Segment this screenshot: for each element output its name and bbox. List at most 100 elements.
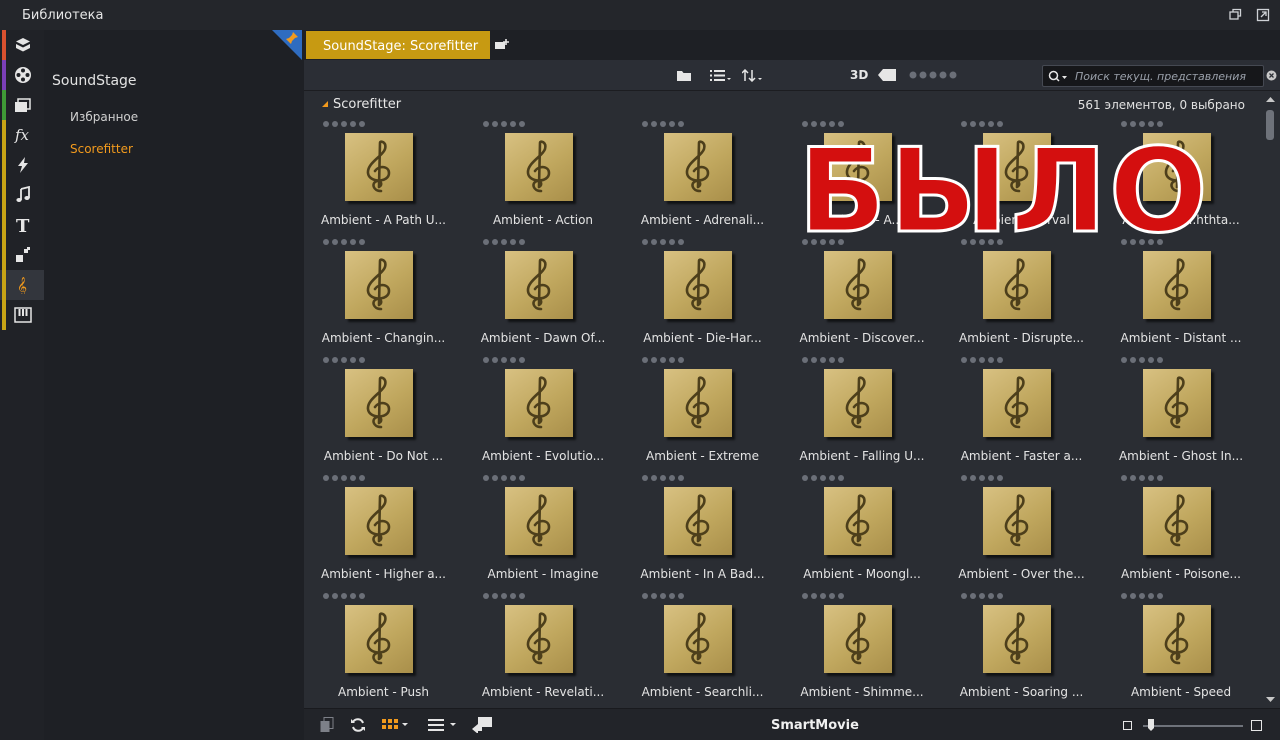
rail-item-clips[interactable]	[0, 90, 44, 120]
treble-clef-icon	[366, 140, 391, 193]
rating-stars-icon[interactable]	[482, 356, 528, 364]
rating-stars-icon[interactable]	[960, 356, 1006, 364]
rail-item-video[interactable]	[0, 60, 44, 90]
asset-tile[interactable]: Ambient - Changin...	[304, 234, 463, 352]
rail-item-effects[interactable]: fx	[0, 120, 44, 150]
svg-text:𝄞: 𝄞	[17, 277, 27, 294]
treble-clef-thumbnail	[1142, 487, 1211, 555]
lightning-icon	[18, 157, 28, 173]
asset-tile[interactable]: Ambient - Die-Har...	[623, 234, 782, 352]
asset-tile[interactable]: Ambient - Searchli...	[623, 588, 782, 706]
scroll-up-icon[interactable]	[1266, 96, 1275, 103]
asset-tile[interactable]: Ambient - Action	[464, 116, 623, 234]
music-note-icon	[16, 186, 30, 202]
pin-icon[interactable]	[285, 31, 299, 45]
rail-item-montage[interactable]	[0, 150, 44, 180]
asset-tile[interactable]: Ambient - Do Not ...	[304, 352, 463, 470]
asset-tile[interactable]: Ambient - Speed	[1102, 588, 1261, 706]
asset-tile[interactable]: Ambient - Ghost In...	[1102, 352, 1261, 470]
asset-tile[interactable]: Ambient - Higher a...	[304, 470, 463, 588]
smartmovie-button[interactable]: SmartMovie	[771, 718, 859, 733]
sort-icon[interactable]	[742, 69, 764, 82]
asset-tile[interactable]: Ambient - Push	[304, 588, 463, 706]
rating-stars-icon[interactable]	[322, 356, 368, 364]
rail-item-piano[interactable]	[0, 300, 44, 330]
tag-filter-icon[interactable]	[878, 69, 896, 81]
rating-stars-icon[interactable]	[641, 356, 687, 364]
3d-filter[interactable]: 3D	[850, 68, 868, 82]
list-view-icon[interactable]	[710, 69, 732, 82]
treble-clef-icon	[1164, 612, 1188, 665]
treble-clef-icon	[845, 494, 869, 547]
search-input[interactable]: Поиск текущ. представления	[1075, 70, 1246, 83]
rating-stars-icon[interactable]	[641, 592, 687, 600]
rail-item-audio[interactable]	[0, 180, 44, 210]
scroll-down-icon[interactable]	[1266, 696, 1275, 703]
tab-soundstage-scorefitter[interactable]: SoundStage: Scorefitter	[306, 31, 490, 59]
rating-filter-icon[interactable]	[908, 70, 958, 80]
restore-window-icon[interactable]	[1228, 8, 1242, 22]
asset-tile[interactable]: Ambient - Faster a...	[942, 352, 1101, 470]
copy-icon[interactable]	[320, 717, 334, 733]
search-box[interactable]: Поиск текущ. представления	[1042, 65, 1264, 87]
rating-stars-icon[interactable]	[641, 120, 687, 128]
tree-item-scorefitter[interactable]: Scorefitter	[70, 142, 133, 156]
rating-stars-icon[interactable]	[322, 238, 368, 246]
asset-tile[interactable]: Ambient - Evolutio...	[464, 352, 623, 470]
asset-tile[interactable]: Ambient - Revelati...	[464, 588, 623, 706]
detach-window-icon[interactable]	[1256, 8, 1270, 22]
rating-stars-icon[interactable]	[322, 120, 368, 128]
rating-stars-icon[interactable]	[482, 592, 528, 600]
asset-tile[interactable]: Ambient - In A Bad...	[623, 470, 782, 588]
asset-tile[interactable]: Ambient - Dawn Of...	[464, 234, 623, 352]
send-to-timeline-icon[interactable]	[472, 715, 494, 733]
treble-clef-icon	[366, 612, 391, 665]
rating-stars-icon[interactable]	[960, 592, 1006, 600]
sync-icon[interactable]	[350, 717, 366, 733]
asset-tile[interactable]: Ambient - Falling U...	[783, 352, 942, 470]
rating-stars-icon[interactable]	[322, 474, 368, 482]
rating-stars-icon[interactable]	[1120, 474, 1166, 482]
treble-clef-icon	[366, 258, 391, 311]
rating-stars-icon[interactable]	[960, 474, 1006, 482]
rating-stars-icon[interactable]	[482, 238, 528, 246]
asset-tile[interactable]: Ambient - A Path U...	[304, 116, 463, 234]
rating-stars-icon[interactable]	[801, 592, 847, 600]
grid-view-icon[interactable]	[382, 719, 408, 731]
asset-tile[interactable]: Ambient - Poisone...	[1102, 470, 1261, 588]
folder-icon[interactable]	[676, 69, 692, 82]
rating-stars-icon[interactable]	[322, 592, 368, 600]
search-icon[interactable]	[1048, 70, 1070, 83]
asset-tile[interactable]: Ambient - Extreme	[623, 352, 782, 470]
treble-clef-icon	[526, 140, 550, 193]
rating-stars-icon[interactable]	[1120, 592, 1166, 600]
rating-stars-icon[interactable]	[482, 120, 528, 128]
asset-tile[interactable]: Ambient - Moongl...	[783, 470, 942, 588]
rating-stars-icon[interactable]	[482, 474, 528, 482]
asset-tile[interactable]: Ambient - Shimme...	[783, 588, 942, 706]
asset-tile[interactable]: Ambient - Adrenali...	[623, 116, 782, 234]
rating-stars-icon[interactable]	[801, 474, 847, 482]
treble-clef-thumbnail	[345, 369, 413, 437]
clear-search-icon[interactable]	[1266, 70, 1277, 81]
vertical-scrollbar[interactable]	[1262, 92, 1280, 708]
rating-stars-icon[interactable]	[641, 474, 687, 482]
asset-tile[interactable]: Ambient - Over the...	[942, 470, 1101, 588]
category-rail: fx T 𝄞	[0, 30, 44, 740]
rating-stars-icon[interactable]	[1120, 356, 1166, 364]
rail-item-titles[interactable]: T	[0, 210, 44, 240]
add-tab-icon[interactable]	[494, 38, 510, 52]
zoom-slider[interactable]	[1123, 719, 1263, 733]
scroll-thumb[interactable]	[1266, 110, 1274, 140]
rail-item-transitions[interactable]	[0, 240, 44, 270]
tree-item-favorites[interactable]: Избранное	[70, 110, 138, 124]
tree-root-soundstage[interactable]: SoundStage	[52, 73, 137, 89]
rail-item-soundstage[interactable]: 𝄞	[0, 270, 44, 300]
collapse-triangle-icon[interactable]	[321, 100, 329, 108]
details-view-icon[interactable]	[428, 719, 458, 731]
rating-stars-icon[interactable]	[641, 238, 687, 246]
rating-stars-icon[interactable]	[801, 356, 847, 364]
asset-tile[interactable]: Ambient - Soaring ...	[942, 588, 1101, 706]
asset-tile[interactable]: Ambient - Imagine	[464, 470, 623, 588]
rail-item-projects[interactable]	[0, 30, 44, 60]
